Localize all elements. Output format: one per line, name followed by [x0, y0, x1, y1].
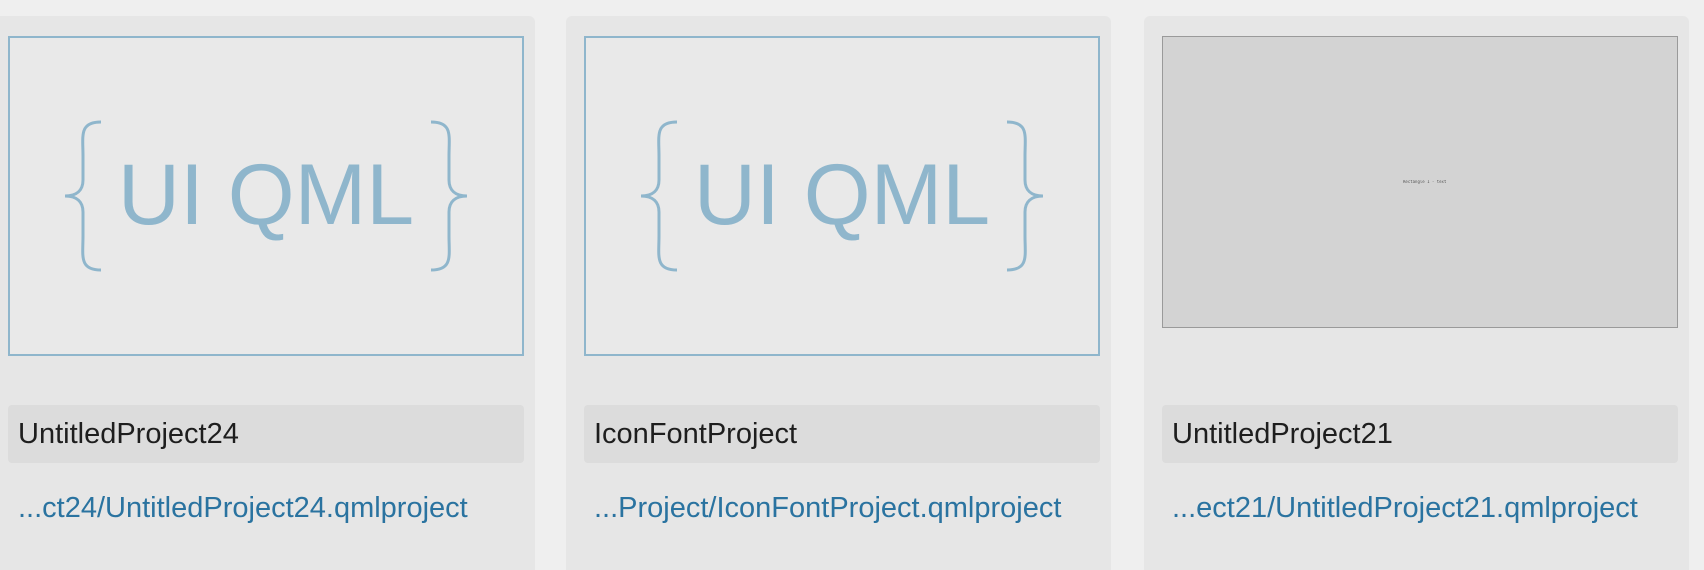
project-thumbnail[interactable]: Rectangle 1 · text: [1162, 36, 1678, 328]
thumbnail-preview-text: Rectangle 1 · text: [1403, 180, 1447, 184]
project-thumbnail[interactable]: UI QML: [8, 36, 524, 356]
project-name: UntitledProject21: [1162, 405, 1678, 463]
svg-text:UI QML: UI QML: [694, 147, 990, 243]
ui-qml-logo-icon: UI QML: [586, 38, 1098, 354]
project-name: UntitledProject24: [8, 405, 524, 463]
project-name: IconFontProject: [584, 405, 1100, 463]
project-path-link[interactable]: ...ct24/UntitledProject24.qmlproject: [18, 492, 528, 525]
project-thumbnail[interactable]: UI QML: [584, 36, 1100, 356]
recent-projects-grid: UI QML UntitledProject24 ...ct24/Untitle…: [0, 0, 1704, 570]
project-card[interactable]: UI QML IconFontProject ...Project/IconFo…: [566, 16, 1111, 570]
project-card[interactable]: UI QML UntitledProject24 ...ct24/Untitle…: [0, 16, 535, 570]
project-card[interactable]: Rectangle 1 · text UntitledProject21 ...…: [1144, 16, 1689, 570]
svg-text:UI QML: UI QML: [118, 147, 414, 243]
project-path-link[interactable]: ...ect21/UntitledProject21.qmlproject: [1172, 492, 1682, 525]
project-path-link[interactable]: ...Project/IconFontProject.qmlproject: [594, 492, 1104, 525]
ui-qml-logo-icon: UI QML: [10, 38, 522, 354]
